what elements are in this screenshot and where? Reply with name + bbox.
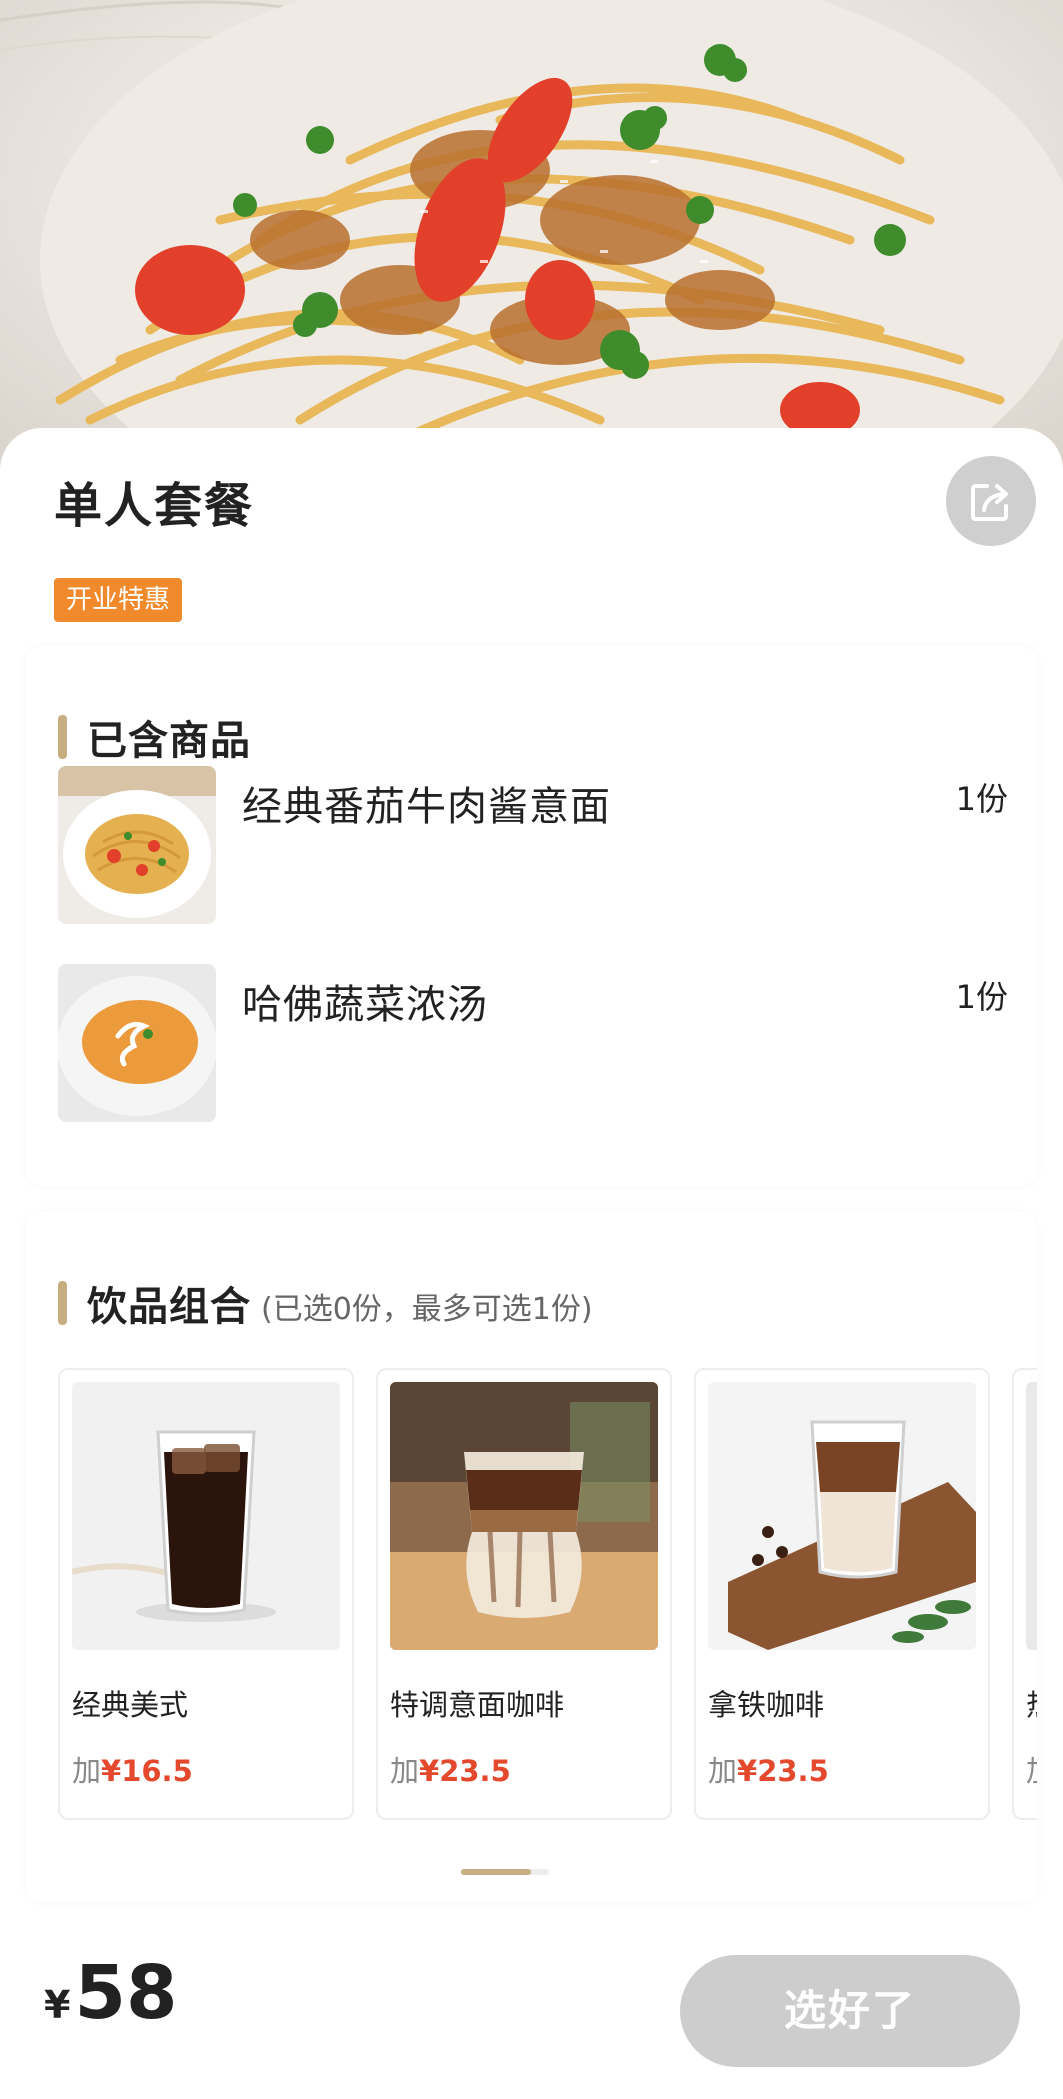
- selection-hint: (已选0份，最多可选1份): [261, 1292, 593, 1327]
- product-sheet: 单人套餐 开业特惠 已含商品 经典番茄牛肉酱意面 1份 哈佛蔬菜浓汤 1份 饮品…: [0, 428, 1063, 2099]
- included-item[interactable]: 经典番茄牛肉酱意面 1份: [58, 766, 1008, 924]
- section-title: 已含商品: [87, 718, 251, 764]
- item-name: 哈佛蔬菜浓汤: [242, 982, 488, 1028]
- drink-price: 加¥16.5: [72, 1748, 193, 1790]
- hero-image: [0, 0, 1063, 470]
- share-button[interactable]: [946, 456, 1036, 546]
- drinks-combo-card: 饮品组合 (已选0份，最多可选1份) 经典美式 加¥16.5 特调意面咖啡 加¥…: [26, 1212, 1037, 1902]
- carousel-scroll-indicator: [461, 1869, 549, 1875]
- drink-option[interactable]: 特调意面咖啡 加¥23.5: [376, 1368, 672, 1820]
- drink-option[interactable]: 热 加: [1012, 1368, 1037, 1820]
- promo-badge: 开业特惠: [54, 578, 183, 622]
- item-quantity: 1份: [955, 978, 1008, 1016]
- drink-price: 加¥23.5: [390, 1748, 511, 1790]
- layered-coffee-photo-icon: [390, 1382, 658, 1650]
- drink-option[interactable]: 拿铁咖啡 加¥23.5: [694, 1368, 990, 1820]
- currency-symbol: ¥: [44, 1983, 71, 2027]
- price-prefix: 加: [708, 1754, 738, 1788]
- drink-option[interactable]: 经典美式 加¥16.5: [58, 1368, 354, 1820]
- drinks-carousel[interactable]: 经典美式 加¥16.5 特调意面咖啡 加¥23.5 拿铁咖啡 加¥23.5: [58, 1368, 1037, 1828]
- total-amount: 58: [74, 1950, 178, 2036]
- total-price: ¥ 58: [44, 1950, 177, 2036]
- item-name: 经典番茄牛肉酱意面: [242, 784, 611, 830]
- drink-price: 加: [1026, 1748, 1037, 1790]
- drink-price: 加¥23.5: [708, 1748, 829, 1790]
- drink-name: 特调意面咖啡: [390, 1688, 565, 1722]
- price-value: ¥23.5: [419, 1754, 511, 1788]
- drink-photo-icon: [1026, 1382, 1037, 1650]
- section-accent-bar: [58, 715, 67, 759]
- included-items-card: 已含商品 经典番茄牛肉酱意面 1份 哈佛蔬菜浓汤 1份: [26, 646, 1037, 1186]
- price-value: ¥16.5: [101, 1754, 193, 1788]
- drink-name: 经典美式: [72, 1688, 189, 1722]
- included-section-header: 已含商品: [58, 708, 251, 766]
- confirm-selection-button[interactable]: 选好了: [680, 1955, 1020, 2067]
- section-title: 饮品组合: [87, 1284, 251, 1330]
- carousel-scroll-thumb: [461, 1869, 531, 1875]
- iced-americano-photo-icon: [72, 1382, 340, 1650]
- included-item[interactable]: 哈佛蔬菜浓汤 1份: [58, 964, 1008, 1122]
- item-quantity: 1份: [955, 780, 1008, 818]
- soup-photo-icon: [58, 964, 216, 1122]
- drinks-section-header: 饮品组合 (已选0份，最多可选1份): [58, 1274, 593, 1332]
- pasta-photo-icon: [58, 766, 216, 924]
- price-value: ¥23.5: [737, 1754, 829, 1788]
- drink-name: 拿铁咖啡: [708, 1688, 825, 1722]
- price-prefix: 加: [1026, 1754, 1037, 1788]
- share-icon: [971, 484, 1008, 521]
- section-accent-bar: [58, 1281, 67, 1325]
- product-title: 单人套餐: [54, 478, 255, 534]
- iced-latte-photo-icon: [708, 1382, 976, 1650]
- drink-name: 热: [1026, 1682, 1037, 1724]
- price-prefix: 加: [72, 1754, 102, 1788]
- price-prefix: 加: [390, 1754, 420, 1788]
